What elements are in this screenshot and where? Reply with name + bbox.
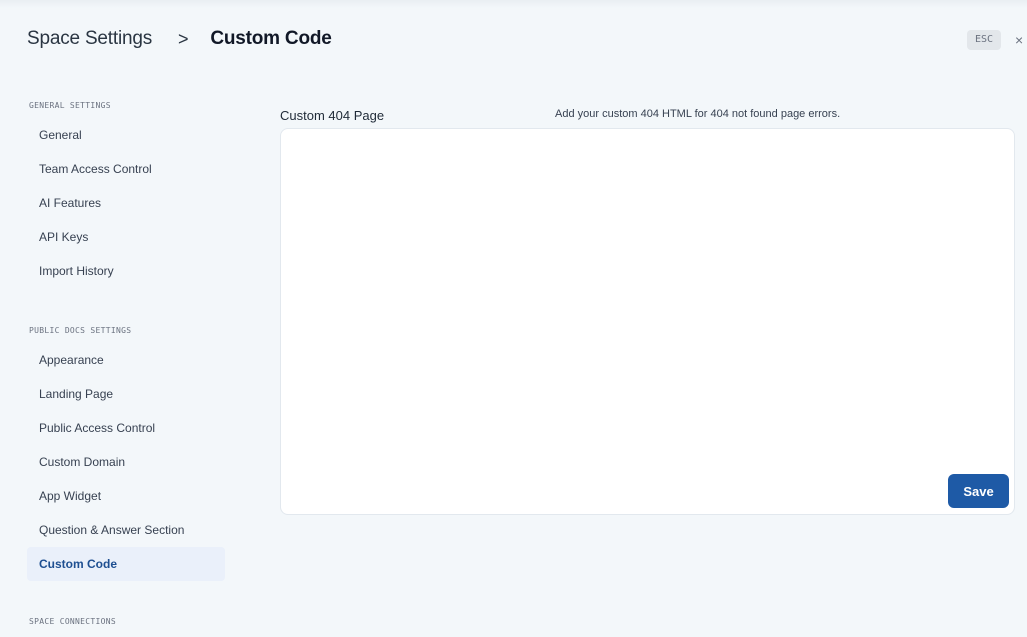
sidebar-section-public-docs-settings: PUBLIC DOCS SETTINGS: [29, 326, 132, 335]
settings-sidebar: GENERAL SETTINGS General Team Access Con…: [27, 100, 225, 634]
custom-404-html-input[interactable]: [281, 129, 1014, 514]
sidebar-item-ai-features[interactable]: AI Features: [27, 186, 225, 220]
sidebar-item-team-access-control[interactable]: Team Access Control: [27, 152, 225, 186]
field-help-text: Add your custom 404 HTML for 404 not fou…: [555, 108, 841, 120]
save-button[interactable]: Save: [948, 474, 1009, 508]
sidebar-item-custom-code[interactable]: Custom Code: [27, 547, 225, 581]
sidebar-item-app-widget[interactable]: App Widget: [27, 479, 225, 513]
sidebar-section-space-connections: SPACE CONNECTIONS: [29, 617, 116, 626]
sidebar-item-question-answer-section[interactable]: Question & Answer Section: [27, 513, 225, 547]
sidebar-item-import-history[interactable]: Import History: [27, 254, 225, 288]
field-label-custom-404: Custom 404 Page: [280, 108, 385, 123]
breadcrumb-space-settings[interactable]: Space Settings: [27, 28, 152, 50]
sidebar-section-general-settings: GENERAL SETTINGS: [29, 101, 111, 110]
sidebar-item-general[interactable]: General: [27, 118, 225, 152]
sidebar-item-api-keys[interactable]: API Keys: [27, 220, 225, 254]
sidebar-item-public-access-control[interactable]: Public Access Control: [27, 411, 225, 445]
sidebar-item-appearance[interactable]: Appearance: [27, 343, 225, 377]
chevron-right-icon: >: [178, 28, 189, 49]
custom-404-editor: [280, 128, 1015, 515]
breadcrumb: Space Settings > Custom Code: [27, 28, 332, 50]
settings-header: Space Settings > Custom Code ESC ×: [0, 0, 1027, 80]
close-icon[interactable]: ×: [1015, 30, 1027, 50]
page-title: Custom Code: [210, 28, 332, 49]
sidebar-item-landing-page[interactable]: Landing Page: [27, 377, 225, 411]
sidebar-item-custom-domain[interactable]: Custom Domain: [27, 445, 225, 479]
esc-key-badge: ESC: [967, 30, 1001, 50]
